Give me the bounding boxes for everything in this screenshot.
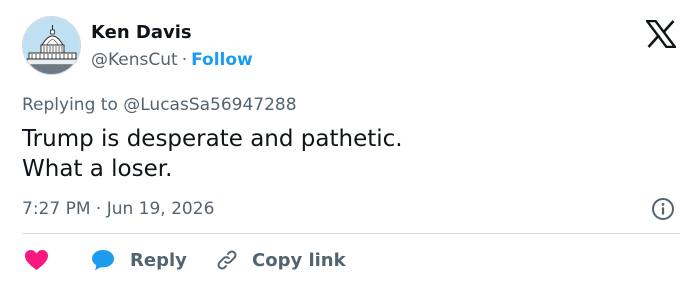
link-icon [217, 250, 237, 270]
capitol-building-icon [23, 17, 80, 74]
tweet-text-line: Trump is desperate and pathetic. [22, 126, 403, 152]
tweet-timestamp[interactable]: 7:27 PM · Jun 19, 2026 [22, 198, 214, 220]
replying-prefix: Replying to [22, 95, 118, 115]
author-name[interactable]: Ken Davis [91, 22, 192, 44]
replying-mention[interactable]: @LucasSa56947288 [123, 95, 296, 115]
like-button[interactable] [24, 245, 49, 275]
separator-dot: · [181, 50, 188, 70]
avatar[interactable] [22, 16, 81, 75]
author-handle-row: @KensCut · Follow [91, 49, 253, 71]
info-icon[interactable] [651, 197, 675, 221]
tweet-text-line: What a loser. [22, 156, 173, 182]
tweet-card: Ken Davis @KensCut · Follow Replying to @L… [0, 0, 700, 287]
tweet-text: Trump is desperate and pathetic. What a … [22, 124, 403, 184]
action-bar: Reply Copy link [22, 245, 679, 275]
x-logo-icon[interactable] [644, 19, 678, 49]
copy-link-button[interactable]: Copy link [215, 245, 346, 275]
replying-to: Replying to @LucasSa56947288 [22, 94, 297, 116]
heart-icon [25, 250, 48, 270]
reply-label: Reply [130, 249, 187, 271]
divider [22, 233, 679, 234]
copy-link-label: Copy link [252, 249, 346, 271]
reply-button[interactable]: Reply [91, 245, 187, 275]
follow-button[interactable]: Follow [191, 50, 253, 70]
speech-bubble-icon [92, 250, 114, 271]
author-handle[interactable]: @KensCut [91, 50, 178, 70]
